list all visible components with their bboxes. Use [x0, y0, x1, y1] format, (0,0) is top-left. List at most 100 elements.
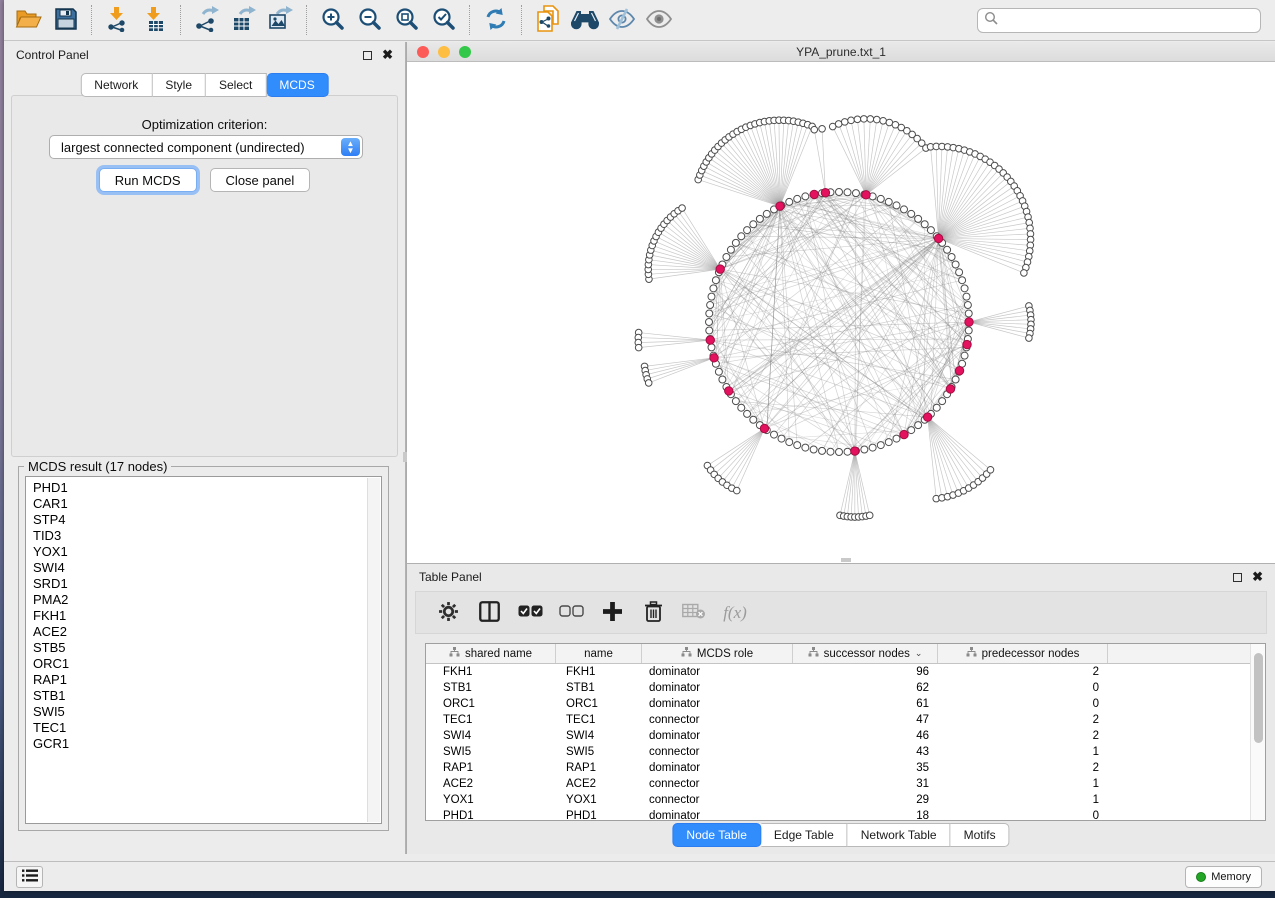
- control-panel-header: Control Panel ✖: [4, 42, 405, 68]
- tab-node-table[interactable]: Node Table: [672, 823, 761, 847]
- maximize-window-icon[interactable]: [459, 46, 471, 58]
- table-row[interactable]: YOX1YOX1connector291: [426, 792, 1250, 808]
- network-graph[interactable]: [407, 63, 1275, 563]
- cell: dominator: [642, 664, 793, 680]
- delete-column-button[interactable]: [641, 601, 665, 625]
- splitter-handle[interactable]: [403, 452, 407, 462]
- mcds-result-list[interactable]: PHD1CAR1STP4TID3YOX1SWI4SRD1PMA2FKH1ACE2…: [33, 480, 363, 821]
- splitter-handle[interactable]: [841, 558, 851, 562]
- list-item[interactable]: PMA2: [33, 592, 363, 608]
- zoom-in-button[interactable]: [314, 2, 351, 38]
- cell: connector: [642, 792, 793, 808]
- list-item[interactable]: SWI4: [33, 560, 363, 576]
- network-canvas[interactable]: [407, 63, 1275, 563]
- table-row[interactable]: PHD1PHD1dominator180: [426, 808, 1250, 820]
- tab-select[interactable]: Select: [206, 73, 266, 97]
- cell: SWI4: [426, 728, 556, 744]
- close-panel-icon[interactable]: ✖: [1252, 572, 1263, 582]
- table-row[interactable]: ORC1ORC1dominator610: [426, 696, 1250, 712]
- export-table-button[interactable]: [225, 2, 262, 38]
- list-item[interactable]: PHD1: [33, 480, 363, 496]
- tab-motifs[interactable]: Motifs: [951, 823, 1010, 847]
- tab-network-table[interactable]: Network Table: [848, 823, 951, 847]
- list-item[interactable]: TID3: [33, 528, 363, 544]
- table-row[interactable]: ACE2ACE2connector311: [426, 776, 1250, 792]
- function-builder-button[interactable]: f(x): [723, 601, 747, 625]
- search-box: [977, 8, 1261, 33]
- clone-network-button[interactable]: [529, 2, 566, 38]
- fx-icon: f(x): [723, 603, 747, 623]
- save-button[interactable]: [47, 2, 84, 38]
- table-row[interactable]: SWI4SWI4dominator462: [426, 728, 1250, 744]
- export-network-button[interactable]: [188, 2, 225, 38]
- list-item[interactable]: STP4: [33, 512, 363, 528]
- show-all-button[interactable]: [640, 2, 677, 38]
- list-item[interactable]: SWI5: [33, 704, 363, 720]
- tab-style[interactable]: Style: [152, 73, 206, 97]
- close-window-icon[interactable]: [417, 46, 429, 58]
- cell: 47: [793, 712, 938, 728]
- table-row[interactable]: STB1STB1dominator620: [426, 680, 1250, 696]
- search-objects-button[interactable]: [566, 2, 603, 38]
- network-titlebar[interactable]: YPA_prune.txt_1: [407, 42, 1275, 62]
- import-table-button[interactable]: [136, 2, 173, 38]
- list-item[interactable]: FKH1: [33, 608, 363, 624]
- float-panel-icon[interactable]: [1233, 573, 1242, 582]
- list-item[interactable]: SRD1: [33, 576, 363, 592]
- deselect-all-button[interactable]: [559, 601, 583, 625]
- zoom-selected-button[interactable]: [425, 2, 462, 38]
- column-header-name[interactable]: name: [556, 644, 642, 663]
- scrollbar-thumb[interactable]: [1254, 653, 1263, 743]
- zoom-out-button[interactable]: [351, 2, 388, 38]
- task-history-button[interactable]: [16, 866, 43, 888]
- tab-edge-table[interactable]: Edge Table: [761, 823, 848, 847]
- open-button[interactable]: [10, 2, 47, 38]
- column-header-shared-name[interactable]: shared name: [426, 644, 556, 663]
- memory-button[interactable]: Memory: [1185, 866, 1262, 888]
- column-header-predecessor-nodes[interactable]: predecessor nodes: [938, 644, 1108, 663]
- list-item[interactable]: RAP1: [33, 672, 363, 688]
- import-network-button[interactable]: [99, 2, 136, 38]
- memory-label: Memory: [1211, 871, 1251, 883]
- add-column-button[interactable]: [600, 601, 624, 625]
- tab-mcds[interactable]: MCDS: [266, 73, 328, 97]
- refresh-button[interactable]: [477, 2, 514, 38]
- table-row[interactable]: FKH1FKH1dominator962: [426, 664, 1250, 680]
- network-window: YPA_prune.txt_1: [406, 42, 1275, 563]
- hide-selected-button[interactable]: [603, 2, 640, 38]
- table-panel-title: Table Panel: [419, 570, 482, 584]
- list-item[interactable]: GCR1: [33, 736, 363, 752]
- float-panel-icon[interactable]: [363, 51, 372, 60]
- list-item[interactable]: TEC1: [33, 720, 363, 736]
- zoom-fit-button[interactable]: [388, 2, 425, 38]
- show-columns-button[interactable]: [477, 601, 501, 625]
- search-input[interactable]: [999, 14, 1254, 28]
- table-row[interactable]: SWI5SWI5connector431: [426, 744, 1250, 760]
- column-header-MCDS-role[interactable]: MCDS role: [642, 644, 793, 663]
- table-scrollbar[interactable]: [1250, 644, 1265, 820]
- export-image-button[interactable]: [262, 2, 299, 38]
- table-row[interactable]: TEC1TEC1connector472: [426, 712, 1250, 728]
- column-header-successor-nodes[interactable]: successor nodes⌄: [793, 644, 938, 663]
- list-item[interactable]: STB5: [33, 640, 363, 656]
- close-panel-button[interactable]: Close panel: [210, 168, 311, 192]
- select-all-button[interactable]: [518, 601, 542, 625]
- run-mcds-button[interactable]: Run MCDS: [99, 168, 197, 192]
- minimize-window-icon[interactable]: [438, 46, 450, 58]
- cell: ACE2: [426, 776, 556, 792]
- table-row[interactable]: RAP1RAP1dominator352: [426, 760, 1250, 776]
- binoculars-icon: [570, 8, 600, 33]
- cell: 96: [793, 664, 938, 680]
- gear-icon: [438, 601, 459, 625]
- criterion-dropdown[interactable]: largest connected component (undirected)…: [49, 135, 363, 159]
- list-item[interactable]: ORC1: [33, 656, 363, 672]
- mcds-list-scrollbar[interactable]: [367, 478, 380, 822]
- list-item[interactable]: ACE2: [33, 624, 363, 640]
- list-item[interactable]: STB1: [33, 688, 363, 704]
- delete-table-button[interactable]: [682, 601, 706, 625]
- table-settings-button[interactable]: [436, 601, 460, 625]
- tab-network[interactable]: Network: [80, 73, 152, 97]
- list-item[interactable]: CAR1: [33, 496, 363, 512]
- list-item[interactable]: YOX1: [33, 544, 363, 560]
- close-panel-icon[interactable]: ✖: [382, 50, 393, 60]
